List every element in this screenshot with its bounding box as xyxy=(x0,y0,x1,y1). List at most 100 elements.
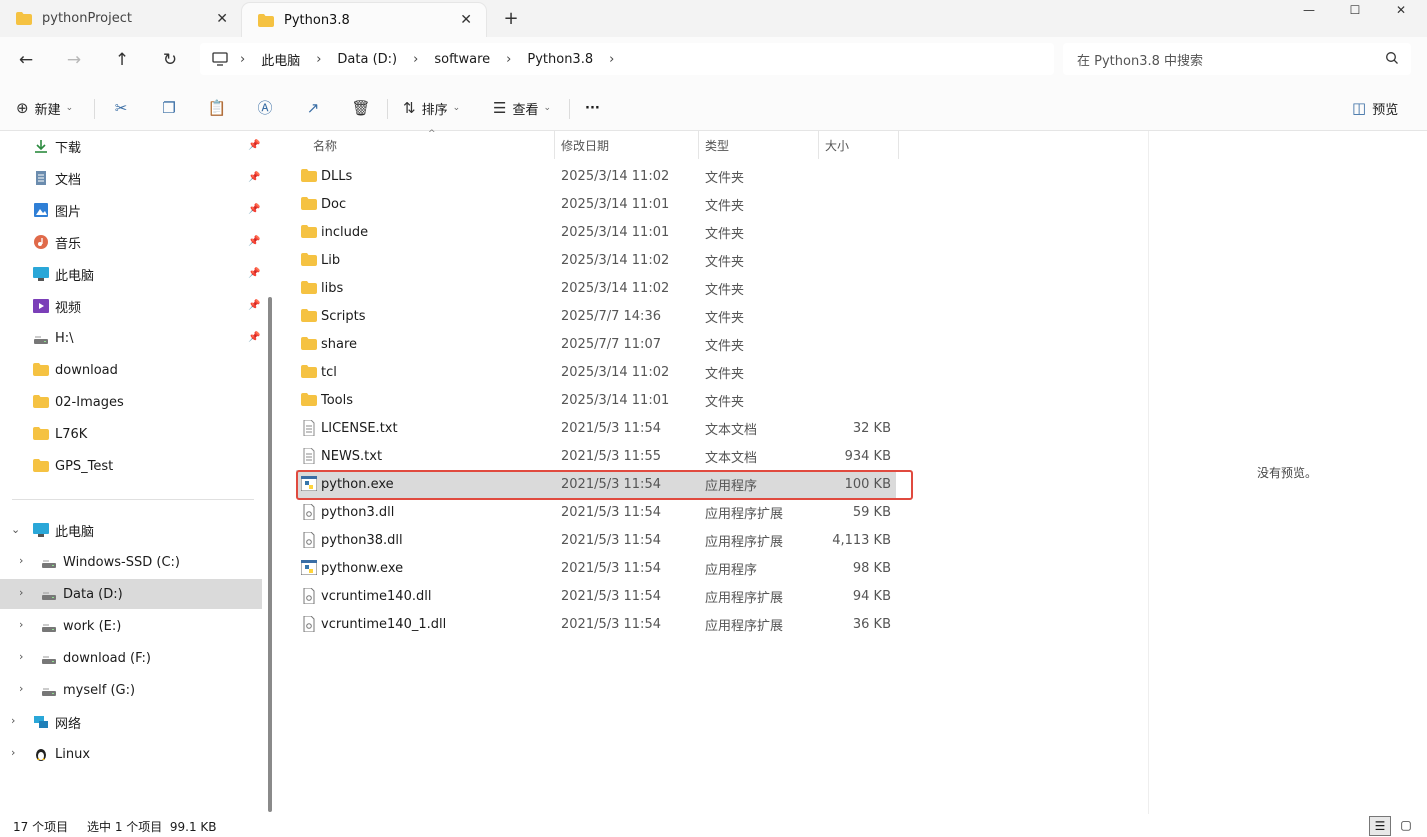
sidebar-item-download[interactable]: download xyxy=(0,355,262,385)
sidebar-scrollbar[interactable] xyxy=(268,297,272,812)
search-input[interactable]: 在 Python3.8 中搜索 xyxy=(1063,43,1411,75)
rename-icon[interactable]: Ⓐ xyxy=(254,97,276,119)
view-button[interactable]: ☰ 查看 ⌄ xyxy=(493,93,551,123)
file-row[interactable]: LICENSE.txt 2021/5/3 11:54 文本文档 32 KB xyxy=(296,414,896,442)
file-size: 94 KB xyxy=(852,588,891,604)
tab-pythonproject[interactable]: pythonProject ✕ xyxy=(0,0,242,37)
file-type: 文件夹 xyxy=(705,170,745,186)
new-tab-button[interactable]: + xyxy=(500,8,522,30)
file-row[interactable]: NEWS.txt 2021/5/3 11:55 文本文档 934 KB xyxy=(296,442,896,470)
delete-icon[interactable]: 🗑 xyxy=(350,97,372,119)
sidebar-item-此电脑[interactable]: 此电脑 📌 xyxy=(0,259,262,289)
preview-pane-button[interactable]: ◫ 预览 xyxy=(1352,93,1398,123)
chevron-right-icon[interactable]: › xyxy=(19,554,23,567)
search-icon[interactable] xyxy=(1385,51,1399,65)
tab-python38[interactable]: Python3.8 ✕ xyxy=(242,3,486,37)
sidebar-item-linux[interactable]: › Linux xyxy=(0,739,262,769)
sidebar-item-label: myself (G:) xyxy=(63,682,136,698)
chevron-right-icon[interactable]: › xyxy=(11,714,15,727)
file-row[interactable]: Scripts 2025/7/7 14:36 文件夹 xyxy=(296,302,896,330)
file-row[interactable]: python38.dll 2021/5/3 11:54 应用程序扩展 4,113 KB xyxy=(296,526,896,554)
sidebar-item-h[interactable]: H:\ 📌 xyxy=(0,323,262,353)
sidebar-item-下载[interactable]: 下载 📌 xyxy=(0,131,262,161)
file-row[interactable]: Lib 2025/3/14 11:02 文件夹 xyxy=(296,246,896,274)
pin-icon[interactable]: 📌 xyxy=(248,236,260,247)
sidebar-item-02-images[interactable]: 02-Images xyxy=(0,387,262,417)
new-button[interactable]: ⊕ 新建 ⌄ xyxy=(16,93,73,123)
breadcrumb[interactable]: › 此电脑 › Data (D:) › software › Python3.8… xyxy=(200,43,1054,75)
close-tab-icon[interactable]: ✕ xyxy=(460,12,472,28)
file-row[interactable]: vcruntime140.dll 2021/5/3 11:54 应用程序扩展 94 K… xyxy=(296,582,896,610)
breadcrumb-this-pc[interactable]: 此电脑 xyxy=(261,50,300,69)
file-row[interactable]: vcruntime140_1.dll 2021/5/3 11:54 应用程序扩展 36… xyxy=(296,610,896,638)
large-icons-view-icon[interactable]: ▢ xyxy=(1395,816,1417,836)
breadcrumb-separator[interactable]: › xyxy=(609,52,614,67)
sidebar-item-音乐[interactable]: 音乐 📌 xyxy=(0,227,262,257)
refresh-icon[interactable]: ↻ xyxy=(155,47,185,73)
chevron-right-icon[interactable]: › xyxy=(11,746,15,759)
column-separator[interactable] xyxy=(818,131,819,159)
file-row[interactable]: tcl 2025/3/14 11:02 文件夹 xyxy=(296,358,896,386)
pin-icon[interactable]: 📌 xyxy=(248,172,260,183)
pin-icon[interactable]: 📌 xyxy=(248,332,260,343)
pin-icon[interactable]: 📌 xyxy=(248,268,260,279)
sort-button[interactable]: ⇅ 排序 ⌄ xyxy=(403,93,460,123)
back-arrow-icon[interactable]: ← xyxy=(11,47,41,73)
file-row[interactable]: pythonw.exe 2021/5/3 11:54 应用程序 98 KB xyxy=(296,554,896,582)
column-header-size[interactable]: 大小 xyxy=(825,131,849,159)
column-header-name[interactable]: 名称 xyxy=(313,131,337,159)
column-header-date[interactable]: 修改日期 xyxy=(561,131,609,159)
sidebar-item-视频[interactable]: 视频 📌 xyxy=(0,291,262,321)
file-row[interactable]: include 2025/3/14 11:01 文件夹 xyxy=(296,218,896,246)
paste-icon[interactable]: 📋 xyxy=(206,97,228,119)
minimize-icon[interactable]: — xyxy=(1286,0,1332,22)
sidebar-drive-data-d[interactable]: › Data (D:) xyxy=(0,579,262,609)
up-arrow-icon[interactable]: ↑ xyxy=(107,47,137,73)
file-row[interactable]: Doc 2025/3/14 11:01 文件夹 xyxy=(296,190,896,218)
sidebar-item-l76k[interactable]: L76K xyxy=(0,419,262,449)
sidebar-item-label: Linux xyxy=(55,746,91,762)
details-view-icon[interactable]: ☰ xyxy=(1369,816,1391,836)
sidebar-drive-work-e[interactable]: › work (E:) xyxy=(0,611,262,641)
column-separator[interactable] xyxy=(698,131,699,159)
file-row[interactable]: python3.dll 2021/5/3 11:54 应用程序扩展 59 KB xyxy=(296,498,896,526)
column-separator[interactable] xyxy=(554,131,555,159)
file-row[interactable]: libs 2025/3/14 11:02 文件夹 xyxy=(296,274,896,302)
sidebar-item-gps-test[interactable]: GPS_Test xyxy=(0,451,262,481)
file-row[interactable]: Tools 2025/3/14 11:01 文件夹 xyxy=(296,386,896,414)
cut-icon[interactable]: ✂ xyxy=(110,97,132,119)
sidebar-item-this-pc[interactable]: ⌄ 此电脑 xyxy=(0,515,262,545)
maximize-icon[interactable]: ☐ xyxy=(1332,0,1378,22)
pin-icon[interactable]: 📌 xyxy=(248,204,260,215)
file-type: 文件夹 xyxy=(705,226,745,242)
column-separator[interactable] xyxy=(898,131,899,159)
sidebar-drive-myself-g[interactable]: › myself (G:) xyxy=(0,675,262,705)
share-icon[interactable]: ↗ xyxy=(302,97,324,119)
chevron-down-icon[interactable]: ⌄ xyxy=(11,523,20,536)
item-count: 17 个项目 xyxy=(13,820,69,834)
chevron-right-icon[interactable]: › xyxy=(19,682,23,695)
sidebar-item-label: L76K xyxy=(55,426,88,442)
sidebar-item-文档[interactable]: 文档 📌 xyxy=(0,163,262,193)
chevron-right-icon[interactable]: › xyxy=(19,586,23,599)
sidebar-drive-download-f[interactable]: › download (F:) xyxy=(0,643,262,673)
pin-icon[interactable]: 📌 xyxy=(248,140,260,151)
close-tab-icon[interactable]: ✕ xyxy=(216,11,228,27)
close-window-icon[interactable]: ✕ xyxy=(1378,0,1424,22)
file-row[interactable]: share 2025/7/7 11:07 文件夹 xyxy=(296,330,896,358)
breadcrumb-software[interactable]: software xyxy=(434,52,490,67)
breadcrumb-data-d[interactable]: Data (D:) xyxy=(337,52,397,67)
file-date: 2025/7/7 11:07 xyxy=(561,336,661,352)
forward-arrow-icon[interactable]: → xyxy=(59,47,89,73)
pin-icon[interactable]: 📌 xyxy=(248,300,260,311)
copy-icon[interactable]: ❐ xyxy=(158,97,180,119)
breadcrumb-python38[interactable]: Python3.8 xyxy=(527,52,593,67)
column-header-type[interactable]: 类型 xyxy=(705,131,729,159)
sidebar-item-图片[interactable]: 图片 📌 xyxy=(0,195,262,225)
file-row[interactable]: DLLs 2025/3/14 11:02 文件夹 xyxy=(296,162,896,190)
chevron-right-icon[interactable]: › xyxy=(19,650,23,663)
more-options-button[interactable]: ··· xyxy=(585,93,600,123)
sidebar-drive-windows-ssd-c[interactable]: › Windows-SSD (C:) xyxy=(0,547,262,577)
sidebar-item-network[interactable]: › 网络 xyxy=(0,707,262,737)
chevron-right-icon[interactable]: › xyxy=(19,618,23,631)
